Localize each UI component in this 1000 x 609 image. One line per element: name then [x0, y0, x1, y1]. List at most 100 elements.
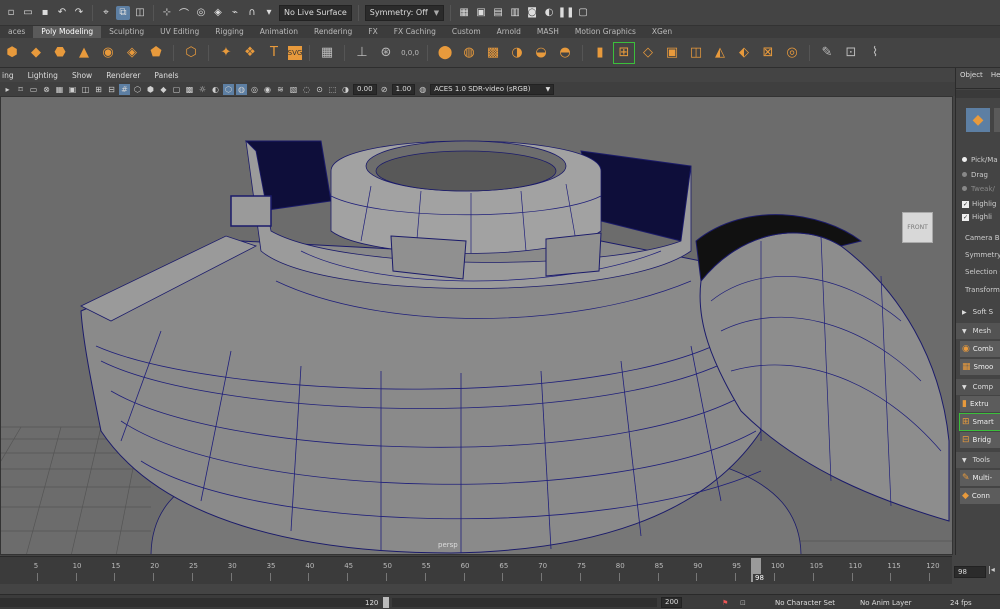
hypershade-icon[interactable]: ◙	[525, 6, 539, 20]
percent-label-icon[interactable]: 0,0,0	[400, 43, 420, 63]
bevel-icon[interactable]: ◇	[638, 43, 658, 63]
poly-cone-icon[interactable]: ▲	[74, 43, 94, 63]
shelf-tab-poly-modeling[interactable]: Poly Modeling	[33, 26, 102, 38]
fps-dropdown[interactable]: 24 fps	[950, 597, 972, 608]
vertex-mode-icon[interactable]	[994, 108, 1000, 132]
shelf-tab[interactable]: Rendering	[306, 26, 360, 38]
color-space-dropdown[interactable]: ACES 1.0 SDR-video (sRGB) ▼	[430, 83, 555, 95]
extrude-button[interactable]: ▮ Extru	[960, 396, 1000, 412]
slide-edge-icon[interactable]: ⊡	[841, 43, 861, 63]
smooth-icon[interactable]: ◒	[531, 43, 551, 63]
resolution-gate-icon[interactable]: ▣	[67, 84, 78, 95]
bridge-button[interactable]: ⊟ Bridg	[960, 432, 1000, 448]
viewport-3d[interactable]: FRONT	[0, 96, 953, 555]
new-scene-icon[interactable]: ▫	[4, 6, 18, 20]
gate-mask-icon[interactable]: ◫	[80, 84, 91, 95]
shelf-tab[interactable]: UV Editing	[152, 26, 207, 38]
shelf-tab[interactable]: Sculpting	[101, 26, 152, 38]
view-cube[interactable]: FRONT	[902, 212, 933, 243]
append-icon[interactable]: ▣	[662, 43, 682, 63]
shelf-tab[interactable]: XGen	[644, 26, 680, 38]
menu-panels[interactable]: Panels	[154, 71, 178, 80]
target-weld-icon[interactable]: ◎	[782, 43, 802, 63]
mirror-icon[interactable]: ⊥	[352, 43, 372, 63]
snap-grid-icon[interactable]: ⊹	[160, 6, 174, 20]
highlight-nearest-checkbox[interactable]: ✓ Highli	[962, 213, 992, 221]
shelf-tab[interactable]: FX Caching	[386, 26, 444, 38]
menu-show[interactable]: Show	[72, 71, 92, 80]
svg-tool-icon[interactable]: SVG	[288, 45, 302, 60]
multi-cut-icon[interactable]: ⊠	[758, 43, 778, 63]
smart-bridge-button[interactable]: ⊞ Smart	[959, 413, 1000, 431]
wireframe-icon[interactable]: ⬡	[132, 84, 143, 95]
quadrangulate-icon[interactable]: ⬖	[734, 43, 754, 63]
grid-toggle-icon[interactable]: #	[119, 83, 130, 95]
bridge-icon[interactable]: ⊞	[613, 41, 635, 64]
redo-icon[interactable]: ↷	[72, 6, 86, 20]
multisample-aa-icon[interactable]: ▧	[288, 84, 299, 95]
combine-icon[interactable]: ⬤	[435, 43, 455, 63]
select-by-object-icon[interactable]: ◫	[133, 6, 147, 20]
shelf-tab[interactable]: Arnold	[489, 26, 529, 38]
highlight-backfaces-checkbox[interactable]: ✓ Highlig	[962, 200, 996, 208]
select-tool-icon[interactable]: ⌖	[99, 6, 113, 20]
mirror-geo-icon[interactable]: ◓	[555, 43, 575, 63]
anim-end-field[interactable]: 200	[661, 597, 683, 608]
smooth-shade-icon[interactable]: ⬢	[145, 84, 156, 95]
poly-plane-icon[interactable]: ◈	[122, 43, 142, 63]
menu-lighting[interactable]: Lighting	[28, 71, 58, 80]
range-handle[interactable]	[383, 597, 389, 608]
symmetry-dropdown[interactable]: Symmetry: Off ▼	[364, 4, 445, 21]
range-track-right[interactable]	[392, 598, 657, 607]
gamma-icon[interactable]: ⊘	[379, 84, 390, 95]
tweak-option[interactable]: Tweak/	[962, 185, 995, 193]
snap-curve-icon[interactable]: ⌒	[177, 6, 191, 20]
pause-icon[interactable]: ❚❚	[558, 6, 575, 20]
shelf-tab[interactable]: Custom	[444, 26, 489, 38]
render-settings-icon[interactable]: ▥	[508, 6, 522, 20]
motion-blur-icon[interactable]: ≋	[275, 84, 286, 95]
extrude-icon[interactable]: ▮	[590, 43, 610, 63]
shelf-tab[interactable]: Animation	[252, 26, 306, 38]
shelf-tab[interactable]: MASH	[529, 26, 567, 38]
components-section-header[interactable]: ▼ Comp	[956, 379, 1000, 395]
exposure-icon[interactable]: ◑	[340, 84, 351, 95]
shelf-tab[interactable]: FX	[360, 26, 385, 38]
camera-lock-icon[interactable]: ⊗	[41, 84, 52, 95]
spin-icon[interactable]: ⊛	[376, 43, 396, 63]
screen-space-ao-icon[interactable]: ◉	[262, 84, 273, 95]
render-frame-icon[interactable]: ▣	[474, 6, 488, 20]
menu-renderer[interactable]: Renderer	[106, 71, 140, 80]
paint-weights-icon[interactable]: ✎	[817, 43, 837, 63]
image-plane-icon[interactable]: ▭	[28, 84, 39, 95]
save-scene-icon[interactable]: ▪	[38, 6, 52, 20]
combine-button[interactable]: ◉ Comb	[960, 341, 1000, 357]
object-mode-icon[interactable]: ◆	[966, 108, 990, 132]
bookmark-icon[interactable]: ⌑	[15, 84, 26, 95]
drag-option[interactable]: Drag	[962, 171, 988, 179]
poly-cube-icon[interactable]: ◆	[26, 43, 46, 63]
undo-icon[interactable]: ↶	[55, 6, 69, 20]
grid-icon[interactable]: ▦	[317, 43, 337, 63]
isolate-select-icon[interactable]: ⊙	[314, 84, 325, 95]
snap-live-icon[interactable]: ⌁	[228, 6, 242, 20]
stop-icon[interactable]: ▢	[576, 6, 590, 20]
character-set-dropdown[interactable]: No Character Set	[775, 597, 835, 608]
xray-active-icon[interactable]: ⬚	[327, 84, 338, 95]
auto-key-icon[interactable]: ⚑	[722, 597, 728, 608]
arnold-render-icon[interactable]: ◐	[542, 6, 556, 20]
live-surface-field[interactable]: No Live Surface	[279, 4, 352, 21]
separate-icon[interactable]: ◍	[459, 43, 479, 63]
ipr-render-icon[interactable]: ▤	[491, 6, 505, 20]
sculpt-brush-icon[interactable]: ⌇	[865, 43, 885, 63]
gamma-field[interactable]: 1.00	[391, 83, 416, 95]
type-text-icon[interactable]: T	[264, 43, 284, 63]
booleans-icon[interactable]: ◑	[507, 43, 527, 63]
safe-action-icon[interactable]: ⊟	[106, 84, 117, 95]
exposure-field[interactable]: 0.00	[353, 83, 377, 95]
triangulate-icon[interactable]: ◭	[710, 43, 730, 63]
xray-icon[interactable]: ◍	[236, 83, 247, 95]
soft-select-section[interactable]: ▶ Soft S	[956, 304, 1000, 320]
textured-icon[interactable]: ▩	[184, 84, 195, 95]
smooth-button[interactable]: ▦ Smoo	[960, 359, 1000, 375]
